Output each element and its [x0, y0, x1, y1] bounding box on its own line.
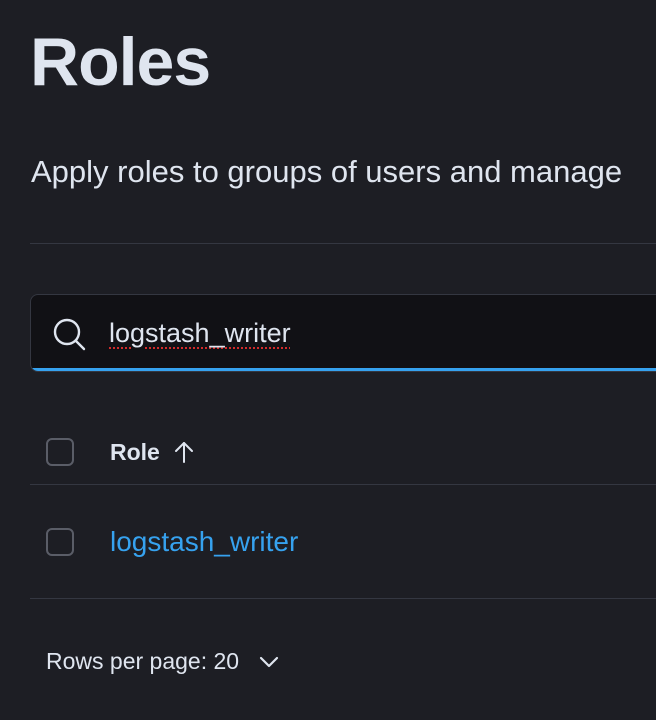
search-input[interactable] — [109, 313, 649, 353]
header-divider — [30, 243, 656, 244]
rows-per-page-button[interactable]: Rows per page: 20 — [46, 648, 281, 675]
column-header-role-label: Role — [110, 438, 160, 465]
column-header-role[interactable]: Role — [110, 436, 196, 468]
search-focus-underline — [31, 368, 656, 371]
table-header-divider — [30, 484, 656, 485]
page-description: Apply roles to groups of users and manag… — [31, 154, 623, 189]
rows-per-page-label: Rows per page: 20 — [46, 648, 240, 674]
role-link[interactable]: logstash_writer — [110, 524, 298, 560]
arrow-up-icon — [174, 442, 193, 463]
table-row-divider — [30, 598, 656, 599]
select-all-checkbox[interactable] — [46, 438, 74, 466]
page-title: Roles — [30, 24, 211, 100]
search-icon — [53, 318, 86, 351]
row-checkbox[interactable] — [46, 528, 74, 556]
chevron-down-icon — [259, 656, 279, 667]
search-box[interactable] — [30, 294, 656, 372]
roles-page: Roles Apply roles to groups of users and… — [0, 0, 656, 720]
